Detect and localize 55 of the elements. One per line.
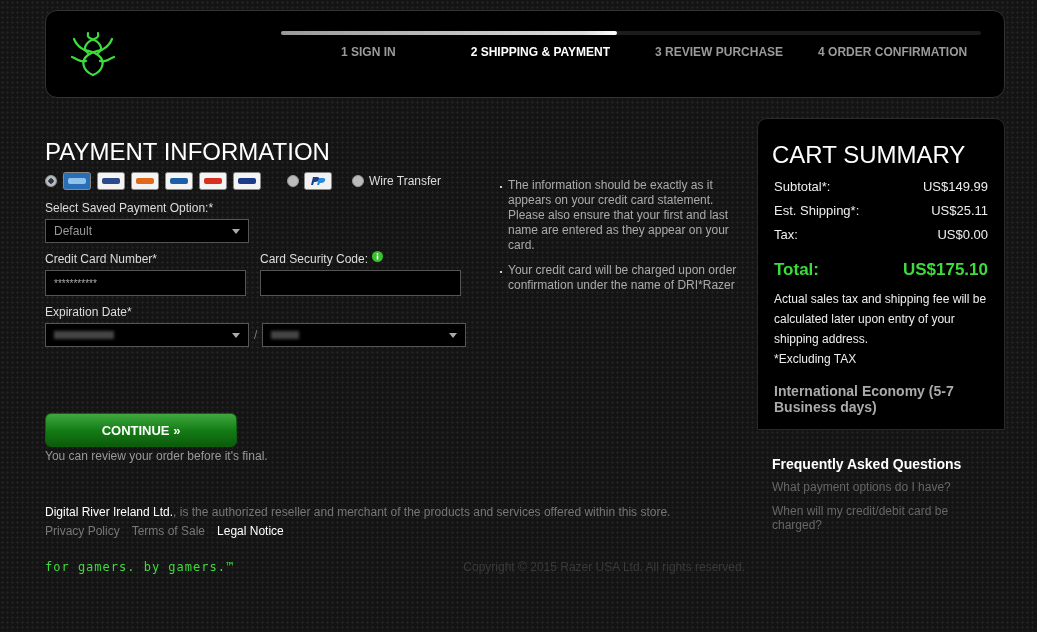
cart-title: CART SUMMARY <box>772 141 967 169</box>
credit-card-icon <box>165 172 193 190</box>
checkout-step: 1 SIGN IN <box>341 45 396 59</box>
faq-link[interactable]: When will my credit/debit card be charged? <box>772 504 972 532</box>
checkout-step: 2 SHIPPING & PAYMENT <box>470 45 611 59</box>
field-label: Credit Card Number* <box>45 252 159 266</box>
month-dropdown[interactable] <box>45 323 249 347</box>
section-title: PAYMENT INFORMATION <box>45 138 331 166</box>
method-label: Wire Transfer <box>369 174 441 188</box>
radio-button[interactable] <box>287 175 299 187</box>
credit-card-icon <box>199 172 227 190</box>
footer-link[interactable]: Legal Notice <box>217 524 284 538</box>
year-dropdown[interactable] <box>262 323 467 347</box>
field-label: Card Security Code: <box>260 252 369 266</box>
caret-icon <box>232 228 240 234</box>
caret-icon <box>449 332 458 338</box>
note-text: The information should be exactly as it appears on your credit card statement. Please also ensure that your first and last name are entered as they appear on your card. <box>500 178 745 253</box>
footer-link[interactable]: Privacy Policy <box>45 524 120 538</box>
footer-link[interactable]: Terms of Sale <box>131 524 206 538</box>
summary-value: US$149.99 <box>922 179 988 194</box>
checkout-step: 3 REVIEW PURCHASE <box>655 45 784 59</box>
review-note: You can review your order before it's final. <box>45 449 269 463</box>
total-value: US$175.10 <box>902 260 988 280</box>
payment-option-dropdown[interactable]: Default <box>45 219 249 243</box>
credit-card-icon <box>63 172 91 190</box>
card-number-field[interactable]: *********** <box>45 270 246 296</box>
checkout-step: 4 ORDER CONFIRMATION <box>818 45 968 59</box>
summary-label: Subtotal*: <box>774 179 831 194</box>
credit-card-icon <box>97 172 125 190</box>
shipping-method: International Economy (5-7 Business days) <box>774 383 955 415</box>
note-text: Your credit card will be charged upon order confirmation under the name of DRI*Razer <box>500 263 745 293</box>
paypal-icon <box>304 172 332 190</box>
summary-label: Tax: <box>774 227 798 242</box>
credit-card-icon <box>233 172 261 190</box>
summary-label: Est. Shipping*: <box>774 203 860 218</box>
faq-title: Frequently Asked Questions <box>772 456 963 472</box>
total-label: Total: <box>774 260 819 280</box>
merchant-name: Digital River Ireland Ltd. <box>45 505 174 519</box>
caret-icon <box>232 332 240 338</box>
continue-button[interactable]: CONTINUE » <box>45 413 237 447</box>
date-separator: / <box>254 328 258 342</box>
tagline: for gamers. by gamers.™ <box>45 560 235 574</box>
radio-button[interactable] <box>45 175 57 187</box>
radio-button[interactable] <box>352 175 364 187</box>
summary-value: US$0.00 <box>937 227 988 242</box>
tax-note: *Excluding TAX <box>774 351 858 368</box>
security-code-field[interactable] <box>260 270 461 296</box>
field-label: Select Saved Payment Option:* <box>45 201 215 215</box>
summary-value: US$25.11 <box>931 203 988 218</box>
info-icon[interactable] <box>372 251 384 262</box>
merchant-statement: , is the authorized reseller and merchant of the products and services offered within this store. <box>173 505 671 519</box>
field-label: Expiration Date* <box>45 305 133 319</box>
faq-link[interactable]: What payment options do I have? <box>772 480 972 494</box>
credit-card-icon <box>131 172 159 190</box>
tax-note: Actual sales tax and shipping fee will be calculated later upon entry of your shipping address. <box>774 291 988 348</box>
